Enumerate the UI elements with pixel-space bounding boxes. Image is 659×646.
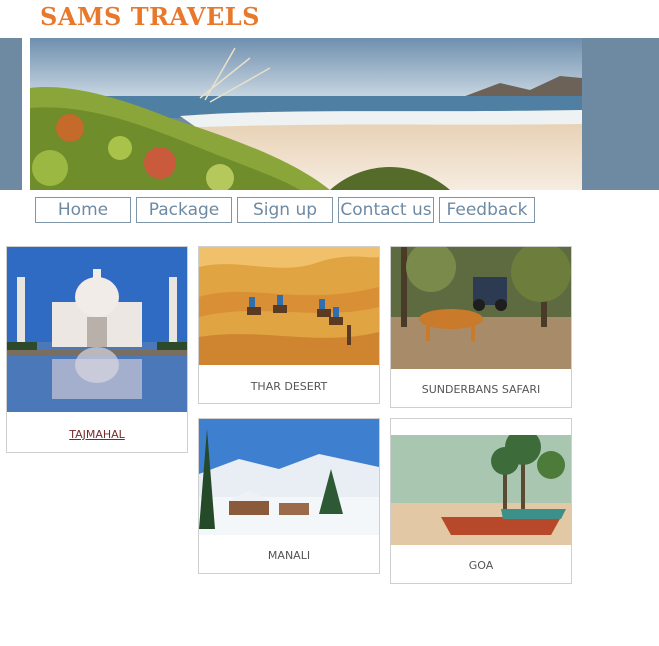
nav-feedback-link[interactable]: Feedback xyxy=(439,197,535,223)
package-card-sunderbans[interactable]: SUNDERBANS SAFARI xyxy=(390,246,572,408)
goa-image xyxy=(391,435,571,561)
thar-image xyxy=(199,247,379,365)
nav-signup-link[interactable]: Sign up xyxy=(237,197,333,223)
tajmahal-image xyxy=(7,247,187,412)
package-label-tajmahal[interactable]: TAJMAHAL xyxy=(7,428,187,441)
nav-package-link[interactable]: Package xyxy=(136,197,232,223)
package-card-manali[interactable]: MANALI xyxy=(198,418,380,574)
package-card-thar[interactable]: THAR DESERT xyxy=(198,246,380,404)
package-label-manali[interactable]: MANALI xyxy=(199,549,379,562)
package-card-goa[interactable]: GOA xyxy=(390,418,572,584)
package-label-thar[interactable]: THAR DESERT xyxy=(199,380,379,393)
package-label-goa[interactable]: GOA xyxy=(391,559,571,572)
hero-banner xyxy=(30,38,582,190)
sunderbans-image xyxy=(391,247,571,369)
package-label-sunderbans[interactable]: SUNDERBANS SAFARI xyxy=(391,383,571,396)
manali-image xyxy=(199,419,379,535)
nav-contact-link[interactable]: Contact us xyxy=(338,197,434,223)
site-title: SAMS TRAVELS xyxy=(40,2,261,31)
main-nav: Home Package Sign up Contact us Feedback xyxy=(35,197,535,223)
package-card-tajmahal[interactable]: TAJMAHAL xyxy=(6,246,188,453)
nav-home-link[interactable]: Home xyxy=(35,197,131,223)
